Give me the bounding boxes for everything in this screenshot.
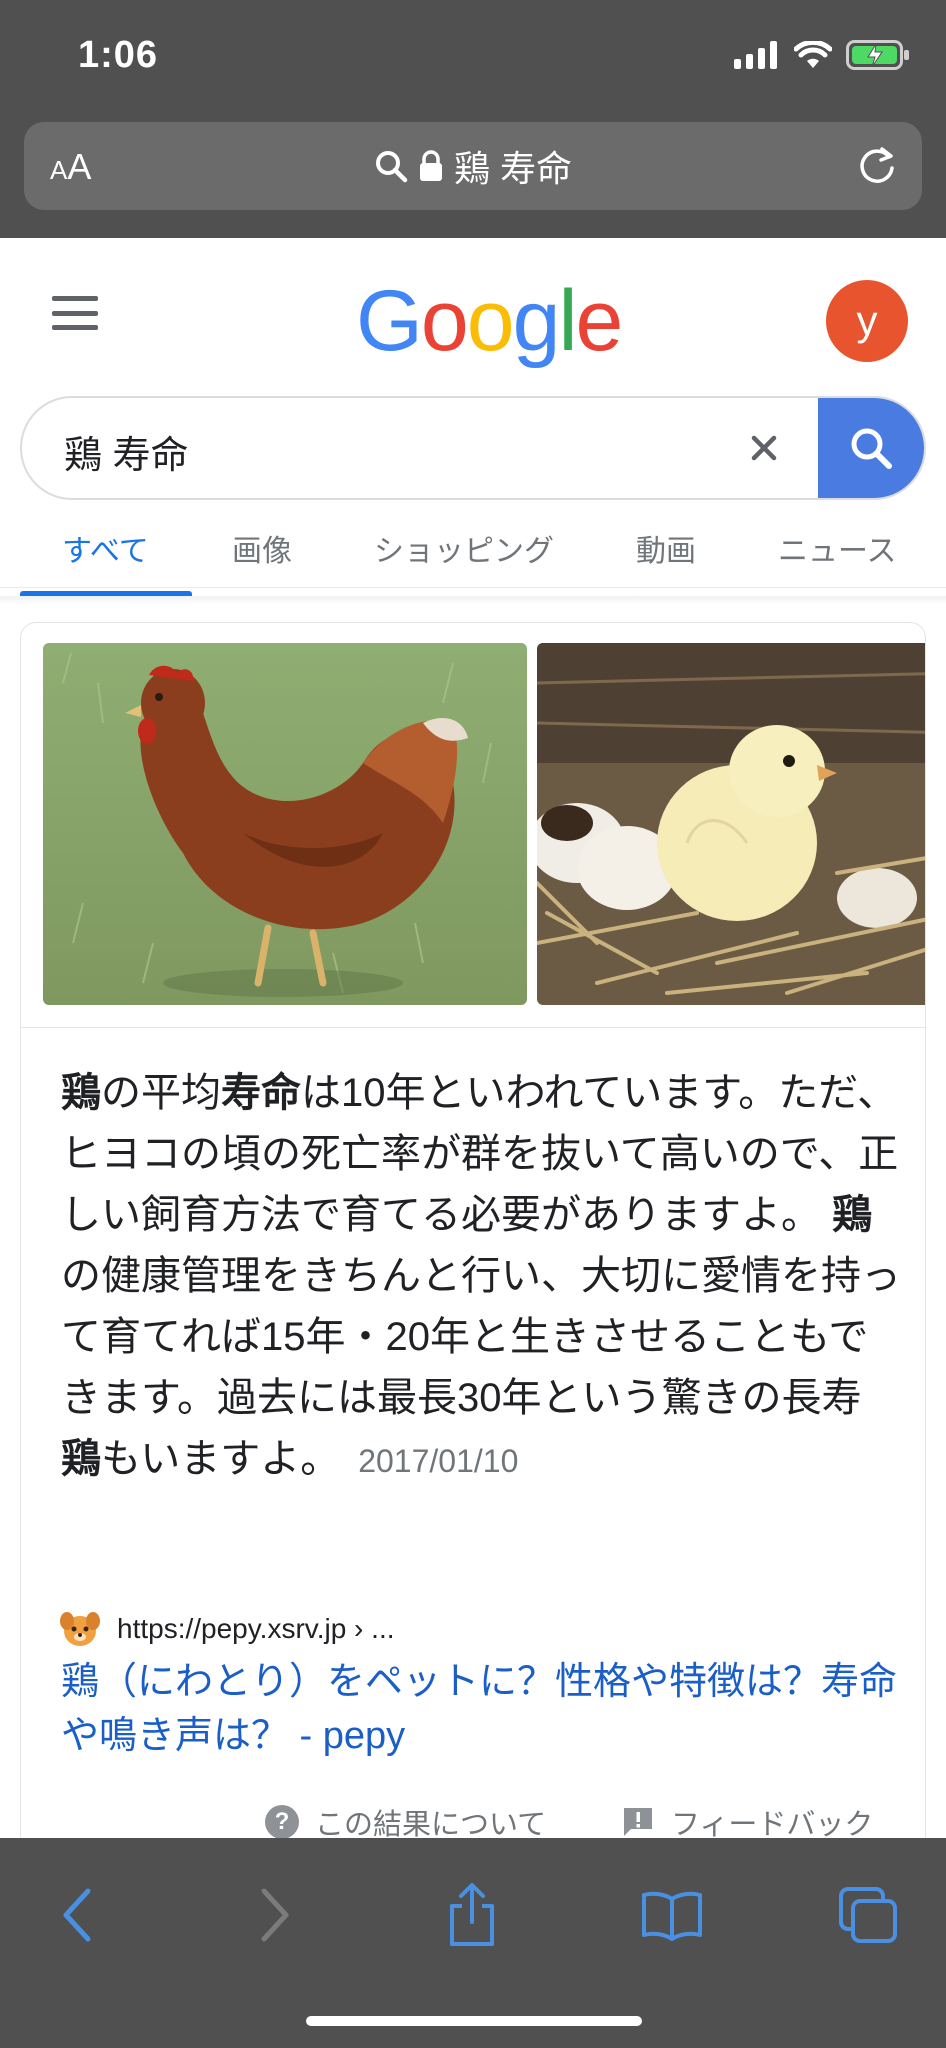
avatar-letter: y [856,297,878,344]
tabs-button[interactable] [828,1880,908,1950]
address-field[interactable]: 鶏 寿命 [24,140,922,192]
close-icon [751,435,777,461]
tab-images[interactable]: 画像 [232,526,292,588]
feedback-button[interactable]: フィードバック [621,1801,873,1843]
search-icon [375,151,408,183]
logo-letter: g [512,273,561,369]
browser-top-chrome: 1:06 AA 鶏 寿命 [0,0,946,238]
snippet-text: の平均 [101,1071,221,1115]
result-title-link[interactable]: 鶏（にわとり）をペットに？性格や特徴は？寿命や鳴き声は？ - pepy [61,1655,911,1763]
forward-button[interactable] [234,1880,314,1950]
tab-all[interactable]: すべて [62,526,149,588]
snippet-bold: 鶏 [61,1437,101,1481]
search-tabs: すべて 画像 ショッピング 動画 ニュース [0,526,946,588]
snippet-date: 2017/01/10 [358,1443,519,1479]
back-button[interactable] [38,1880,118,1950]
chicken-image[interactable] [43,643,527,1005]
tabs-icon [839,1887,897,1943]
logo-letter: e [575,273,624,369]
tab-shopping[interactable]: ショッピング [374,526,554,588]
menu-icon[interactable] [52,296,98,330]
chick-illustration [537,643,925,1005]
tab-videos[interactable]: 動画 [636,526,696,588]
tab-news[interactable]: ニュース [778,526,897,588]
snippet-text: の健康管理をきちんと行い、大切に愛情を持って育てれば15年・20年と生きさせるこ… [61,1254,901,1420]
featured-snippet-text: 鶏の平均寿命は10年といわれています。ただ、ヒヨコの頃の死亡率が群を抜いて高いの… [61,1063,901,1492]
snippet-bold: 鶏 [61,1071,101,1115]
reload-icon [860,147,894,183]
logo-letter: o [466,273,515,369]
result-source[interactable]: https://pepy.xsrv.jp › ... [59,1607,395,1651]
logo-letter: l [558,273,577,369]
address-text: 鶏 寿命 [453,148,572,189]
google-logo[interactable]: Google [356,272,624,371]
google-results-page: Google y 鶏 寿命 すべて 画像 ショッピング 動画 ニュース 鶏の平均… [0,238,946,1922]
chevron-right-icon [261,1888,289,1942]
about-result-button[interactable]: ? この結果について [265,1801,546,1843]
feedback-label: フィードバック [671,1809,874,1841]
status-time: 1:06 [78,34,159,76]
search-button[interactable] [818,398,924,498]
lock-icon [419,150,442,181]
bookmarks-button[interactable] [632,1880,712,1950]
share-button[interactable] [432,1880,512,1950]
clear-search-button[interactable] [742,426,786,470]
home-indicator [306,2016,642,2026]
featured-snippet-card: 鶏の平均寿命は10年といわれています。ただ、ヒヨコの頃の死亡率が群を抜いて高いの… [20,622,926,1922]
search-input[interactable]: 鶏 寿命 [64,424,189,479]
snippet-text: もいますよ。 [101,1437,341,1481]
account-avatar[interactable]: y [826,280,908,362]
book-icon [642,1891,702,1941]
battery-icon [846,40,909,70]
search-icon [851,428,892,469]
about-result-label: この結果について [315,1809,547,1841]
logo-letter: o [420,273,469,369]
feedback-icon [624,1808,652,1836]
chevron-left-icon [63,1888,91,1942]
browser-bottom-toolbar [0,1838,946,2048]
share-icon [450,1883,494,1946]
question-icon: ? [265,1805,299,1839]
search-box[interactable]: 鶏 寿命 [20,396,926,500]
wifi-icon [794,41,832,68]
reload-button[interactable] [856,144,898,191]
pepy-dog-icon [60,1612,100,1646]
card-divider [21,1027,925,1028]
snippet-bold: 鶏 [832,1193,873,1237]
logo-letter: G [356,273,423,369]
snippet-bold: 寿命 [221,1071,301,1115]
status-icons [734,40,910,70]
chicken-illustration [43,643,527,1005]
signal-icon [734,41,777,69]
address-bar[interactable]: AA 鶏 寿命 [24,122,922,210]
tabs-shadow [0,596,946,604]
chick-image[interactable] [537,643,925,1005]
result-url: https://pepy.xsrv.jp › ... [117,1613,395,1644]
